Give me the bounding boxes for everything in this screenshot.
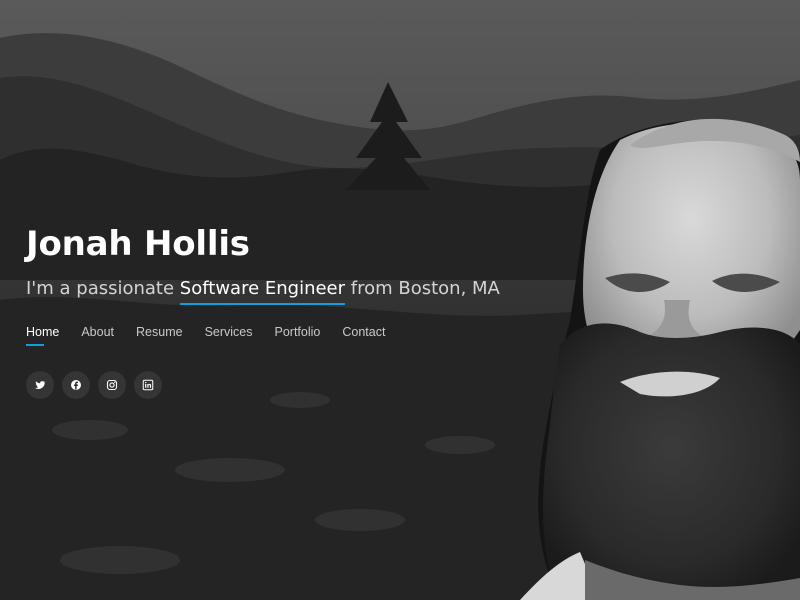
nav-item-home[interactable]: Home: [26, 324, 59, 346]
linkedin-icon: [142, 379, 154, 391]
main-nav: Home About Resume Services Portfolio Con…: [26, 324, 385, 346]
twitter-icon: [35, 381, 46, 389]
nav-item-contact[interactable]: Contact: [342, 324, 385, 340]
facebook-icon: [71, 380, 81, 390]
nav-item-about[interactable]: About: [81, 324, 114, 340]
instagram-button[interactable]: [98, 371, 126, 399]
social-links: [26, 371, 162, 399]
linkedin-button[interactable]: [134, 371, 162, 399]
nav-item-services[interactable]: Services: [205, 324, 253, 340]
facebook-button[interactable]: [62, 371, 90, 399]
instagram-icon: [106, 379, 118, 391]
hero-section: Jonah Hollis I'm a passionate Software E…: [0, 0, 800, 600]
hero-name: Jonah Hollis: [26, 224, 250, 264]
tagline-suffix: from Boston, MA: [345, 278, 500, 299]
hero-content: Jonah Hollis I'm a passionate Software E…: [26, 220, 546, 305]
nav-item-portfolio[interactable]: Portfolio: [275, 324, 321, 340]
twitter-button[interactable]: [26, 371, 54, 399]
hero-tagline: I'm a passionate Software Engineer from …: [26, 278, 546, 305]
nav-item-resume[interactable]: Resume: [136, 324, 183, 340]
hero-background-image: [0, 0, 800, 600]
tagline-highlight: Software Engineer: [179, 278, 346, 305]
tagline-prefix: I'm a passionate: [26, 278, 180, 299]
